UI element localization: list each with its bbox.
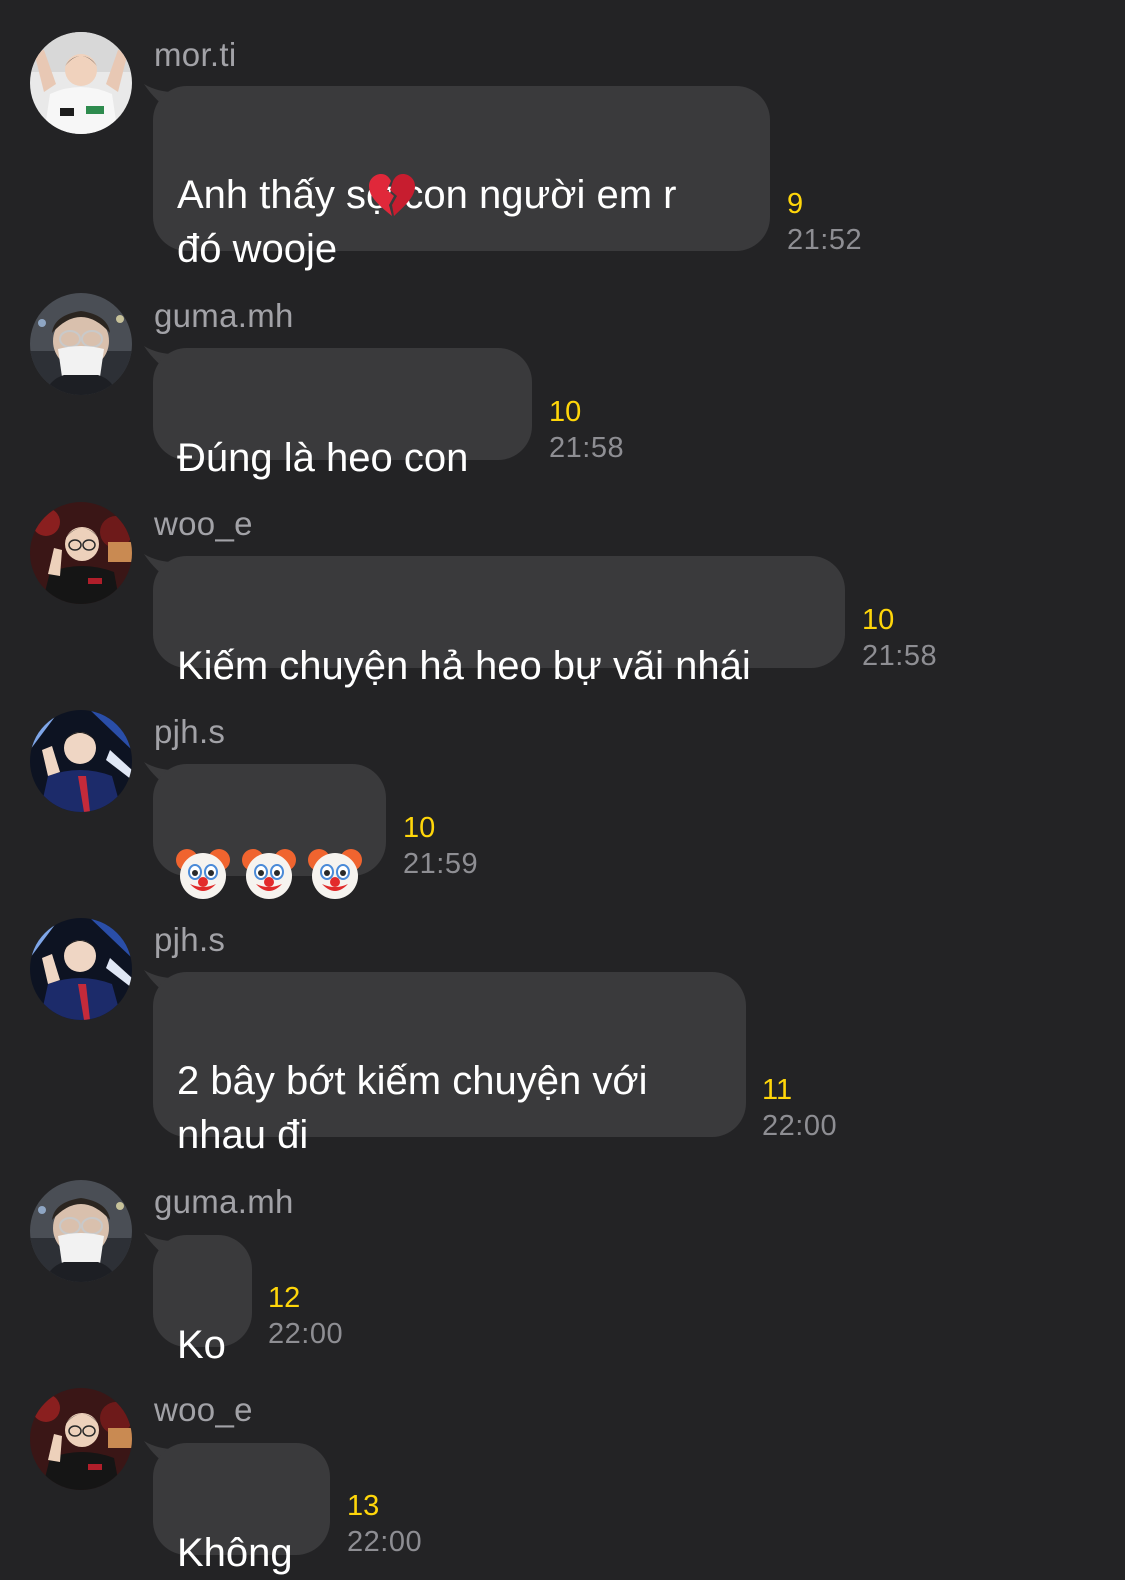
message-meta: 11 22:00 (762, 1072, 837, 1144)
message-meta: 12 22:00 (268, 1280, 343, 1352)
avatar-woo-e[interactable] (30, 502, 132, 604)
timestamp: 21:58 (549, 432, 625, 464)
message-text: Anh thấy sợ con người em r đó wooje (177, 173, 677, 271)
message-bubble[interactable]: Đúng là heo con (153, 348, 532, 480)
message-bubble[interactable]: Ko (153, 1235, 252, 1367)
timestamp: 22:00 (347, 1526, 423, 1558)
timestamp: 21:58 (862, 640, 938, 672)
message-bubble[interactable]: Anh thấy sợ con người em r đó wooje (153, 86, 770, 271)
message-bubble[interactable]: 2 bây bớt kiếm chuyện với nhau đi (153, 972, 746, 1157)
message-bubble[interactable]: Kiếm chuyện hả heo bự vãi nhái (153, 556, 845, 688)
emoji-row (175, 818, 364, 930)
read-count: 13 (347, 1490, 380, 1522)
message-meta: 10 21:58 (862, 602, 937, 674)
sender-name: pjh.s (154, 921, 226, 958)
avatar-pjh-s[interactable] (30, 710, 132, 812)
message-meta: 10 21:58 (549, 394, 624, 466)
message-text: Đúng là heo con (177, 436, 469, 480)
message-meta: 10 21:59 (403, 810, 478, 882)
broken-heart-icon (367, 172, 417, 222)
avatar-guma-mh[interactable] (30, 1180, 132, 1282)
message-text: 2 bây bớt kiếm chuyện với nhau đi (177, 1059, 648, 1157)
sender-name: pjh.s (154, 713, 226, 750)
timestamp: 21:52 (787, 224, 863, 256)
clown-face-icon (175, 846, 231, 902)
clown-face-icon (307, 846, 363, 902)
read-count: 10 (403, 812, 436, 844)
sender-name: woo_e (154, 505, 253, 542)
read-count: 10 (862, 604, 895, 636)
read-count: 9 (787, 188, 804, 220)
sender-name: mor.ti (154, 36, 237, 73)
timestamp: 21:59 (403, 848, 479, 880)
avatar-pjh-s[interactable] (30, 918, 132, 1020)
read-count: 12 (268, 1282, 301, 1314)
message-bubble[interactable]: Không (153, 1443, 330, 1575)
message-text: Kiếm chuyện hả heo bự vãi nhái (177, 644, 751, 688)
avatar-mor-ti[interactable] (30, 32, 132, 134)
message-meta: 9 21:52 (787, 186, 862, 258)
avatar-woo-e[interactable] (30, 1388, 132, 1490)
sender-name: guma.mh (154, 1183, 294, 1220)
message-bubble[interactable] (153, 764, 386, 876)
message-text: Không (177, 1531, 293, 1575)
sender-name: woo_e (154, 1391, 253, 1428)
read-count: 10 (549, 396, 582, 428)
read-count: 11 (762, 1074, 793, 1106)
timestamp: 22:00 (268, 1318, 344, 1350)
clown-face-icon (241, 846, 297, 902)
message-text: Ko (177, 1323, 226, 1367)
sender-name: guma.mh (154, 297, 294, 334)
timestamp: 22:00 (762, 1110, 838, 1142)
avatar-guma-mh[interactable] (30, 293, 132, 395)
message-meta: 13 22:00 (347, 1488, 422, 1560)
